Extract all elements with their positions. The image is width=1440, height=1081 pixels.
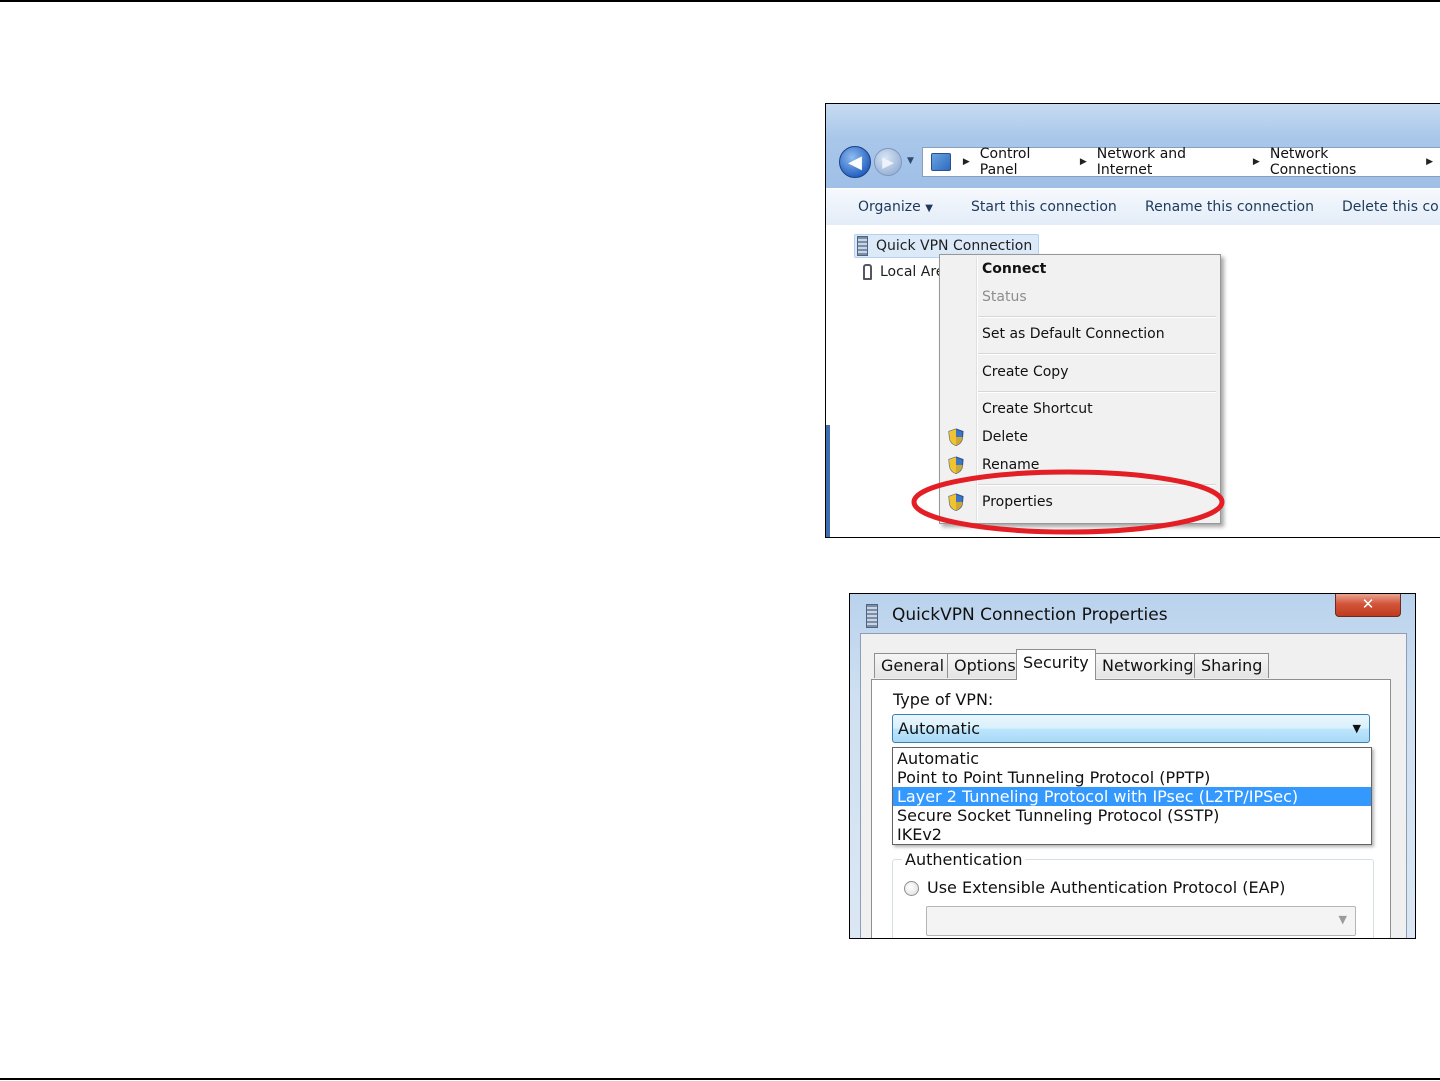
network-plug-icon: [863, 264, 872, 280]
menu-item-create-copy[interactable]: Create Copy: [982, 364, 1068, 380]
menu-item-set-default[interactable]: Set as Default Connection: [982, 326, 1165, 342]
breadcrumb-network-and-internet[interactable]: Network and Internet: [1097, 146, 1245, 178]
menu-item-connect[interactable]: Connect: [982, 261, 1046, 277]
rename-connection-button[interactable]: Rename this connection: [1145, 199, 1314, 215]
back-button[interactable]: ◀: [839, 146, 871, 178]
top-rule: [0, 0, 1440, 2]
chevron-right-icon[interactable]: ▶: [1080, 157, 1087, 167]
vpn-connection-icon: [857, 236, 868, 256]
option-sstp[interactable]: Secure Socket Tunneling Protocol (SSTP): [893, 806, 1371, 825]
start-connection-button[interactable]: Start this connection: [971, 199, 1117, 215]
tab-security[interactable]: Security: [1016, 649, 1096, 680]
option-ikev2[interactable]: IKEv2: [893, 825, 1371, 844]
vpn-type-dropdown-list: Automatic Point to Point Tunneling Proto…: [892, 747, 1372, 845]
close-button[interactable]: ✕: [1335, 594, 1401, 617]
forward-arrow-icon: ▶: [882, 153, 894, 171]
chevron-down-icon: ▼: [1338, 913, 1347, 926]
menu-separator: [978, 316, 1216, 318]
tab-options[interactable]: Options: [947, 653, 1023, 678]
bottom-rule: [0, 1078, 1440, 1080]
organize-label: Organize: [858, 199, 921, 215]
list-item-local-area[interactable]: Local Are: [863, 264, 944, 280]
close-icon: ✕: [1361, 595, 1375, 613]
vpn-connection-icon: [866, 604, 878, 628]
vpn-type-value: Automatic: [898, 719, 981, 738]
menu-item-create-shortcut[interactable]: Create Shortcut: [982, 401, 1093, 417]
menu-item-delete[interactable]: Delete: [982, 429, 1028, 445]
chevron-right-icon[interactable]: ▶: [1253, 157, 1260, 167]
forward-button[interactable]: ▶: [874, 148, 902, 176]
option-automatic[interactable]: Automatic: [893, 749, 1371, 768]
command-bar: Organize ▼ Start this connection Rename …: [826, 188, 1440, 226]
eap-radio-label[interactable]: Use Extensible Authentication Protocol (…: [927, 878, 1285, 897]
delete-connection-button[interactable]: Delete this con: [1342, 199, 1440, 215]
properties-highlight-ellipse: [911, 469, 1225, 535]
chevron-right-icon[interactable]: ▶: [1426, 157, 1433, 167]
uac-shield-icon: [948, 428, 964, 446]
eap-radio[interactable]: [904, 881, 919, 896]
eap-method-select[interactable]: ▼: [926, 906, 1356, 936]
connection-label: Quick VPN Connection: [876, 238, 1033, 254]
menu-item-status: Status: [982, 289, 1027, 305]
chevron-down-icon: ▼: [1352, 722, 1361, 735]
tab-general[interactable]: General: [874, 653, 952, 678]
menu-separator: [978, 391, 1216, 393]
dropdown-triangle-icon: ▼: [925, 203, 933, 214]
nav-pane-edge: [826, 425, 830, 537]
recent-pages-chevron-icon[interactable]: ▼: [907, 156, 914, 166]
connection-label: Local Are: [880, 264, 945, 280]
option-l2tp-ipsec[interactable]: Layer 2 Tunneling Protocol with IPsec (L…: [893, 787, 1371, 806]
chevron-right-icon[interactable]: ▶: [963, 157, 970, 167]
tab-networking[interactable]: Networking: [1095, 653, 1201, 678]
control-panel-icon: [931, 153, 951, 171]
back-arrow-icon: ◀: [848, 151, 862, 173]
tab-sharing[interactable]: Sharing: [1194, 653, 1270, 678]
window-chrome: ◀ ▶ ▼ ▶ Control Panel ▶ Network and Inte…: [826, 104, 1440, 188]
vpn-type-select[interactable]: Automatic ▼: [892, 714, 1370, 743]
vpn-type-label: Type of VPN:: [893, 690, 994, 709]
dialog-title: QuickVPN Connection Properties: [892, 605, 1168, 625]
breadcrumb-network-connections[interactable]: Network Connections: [1270, 146, 1418, 178]
menu-separator: [978, 353, 1216, 355]
authentication-group-label: Authentication: [902, 850, 1026, 869]
vpn-properties-dialog: QuickVPN Connection Properties ✕ General…: [849, 593, 1416, 939]
breadcrumb-control-panel[interactable]: Control Panel: [980, 146, 1072, 178]
address-bar[interactable]: ▶ Control Panel ▶ Network and Internet ▶…: [922, 146, 1440, 178]
option-pptp[interactable]: Point to Point Tunneling Protocol (PPTP): [893, 768, 1371, 787]
organize-menu-button[interactable]: Organize ▼: [858, 199, 933, 215]
